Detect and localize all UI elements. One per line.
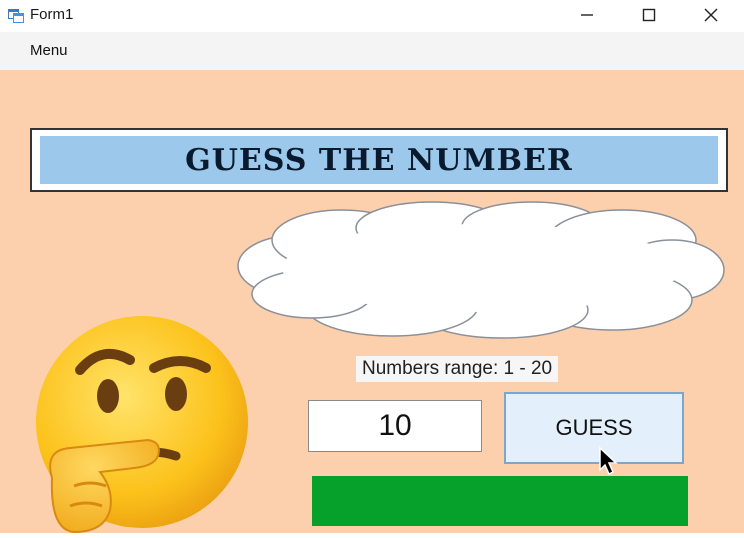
guess-number-input[interactable] bbox=[308, 400, 482, 452]
mouse-cursor-icon bbox=[598, 446, 620, 476]
window-title: Form1 bbox=[30, 6, 74, 23]
window-titlebar[interactable]: Form1 bbox=[0, 0, 744, 32]
title-banner: GUESS THE NUMBER bbox=[40, 136, 718, 184]
minimize-icon bbox=[581, 14, 593, 16]
speech-cloud-icon bbox=[232, 200, 732, 340]
menu-item-menu[interactable]: Menu bbox=[30, 42, 68, 59]
close-button[interactable] bbox=[680, 0, 742, 30]
maximize-icon bbox=[642, 8, 656, 22]
numbers-range-label: Numbers range: 1 - 20 bbox=[356, 356, 559, 382]
app-form-icon bbox=[8, 9, 24, 23]
form-client-area: GUESS THE NUMBER Numbers range: 1 - 20 G… bbox=[0, 70, 744, 534]
minimize-button[interactable] bbox=[556, 0, 618, 30]
guess-button[interactable]: GUESS bbox=[504, 392, 684, 464]
title-panel: GUESS THE NUMBER bbox=[30, 128, 728, 192]
thinking-face-icon bbox=[30, 310, 260, 534]
result-bar bbox=[312, 476, 688, 526]
close-icon bbox=[704, 8, 718, 22]
game-title: GUESS THE NUMBER bbox=[185, 142, 573, 178]
maximize-button[interactable] bbox=[618, 0, 680, 30]
menu-bar: Menu bbox=[0, 32, 744, 70]
